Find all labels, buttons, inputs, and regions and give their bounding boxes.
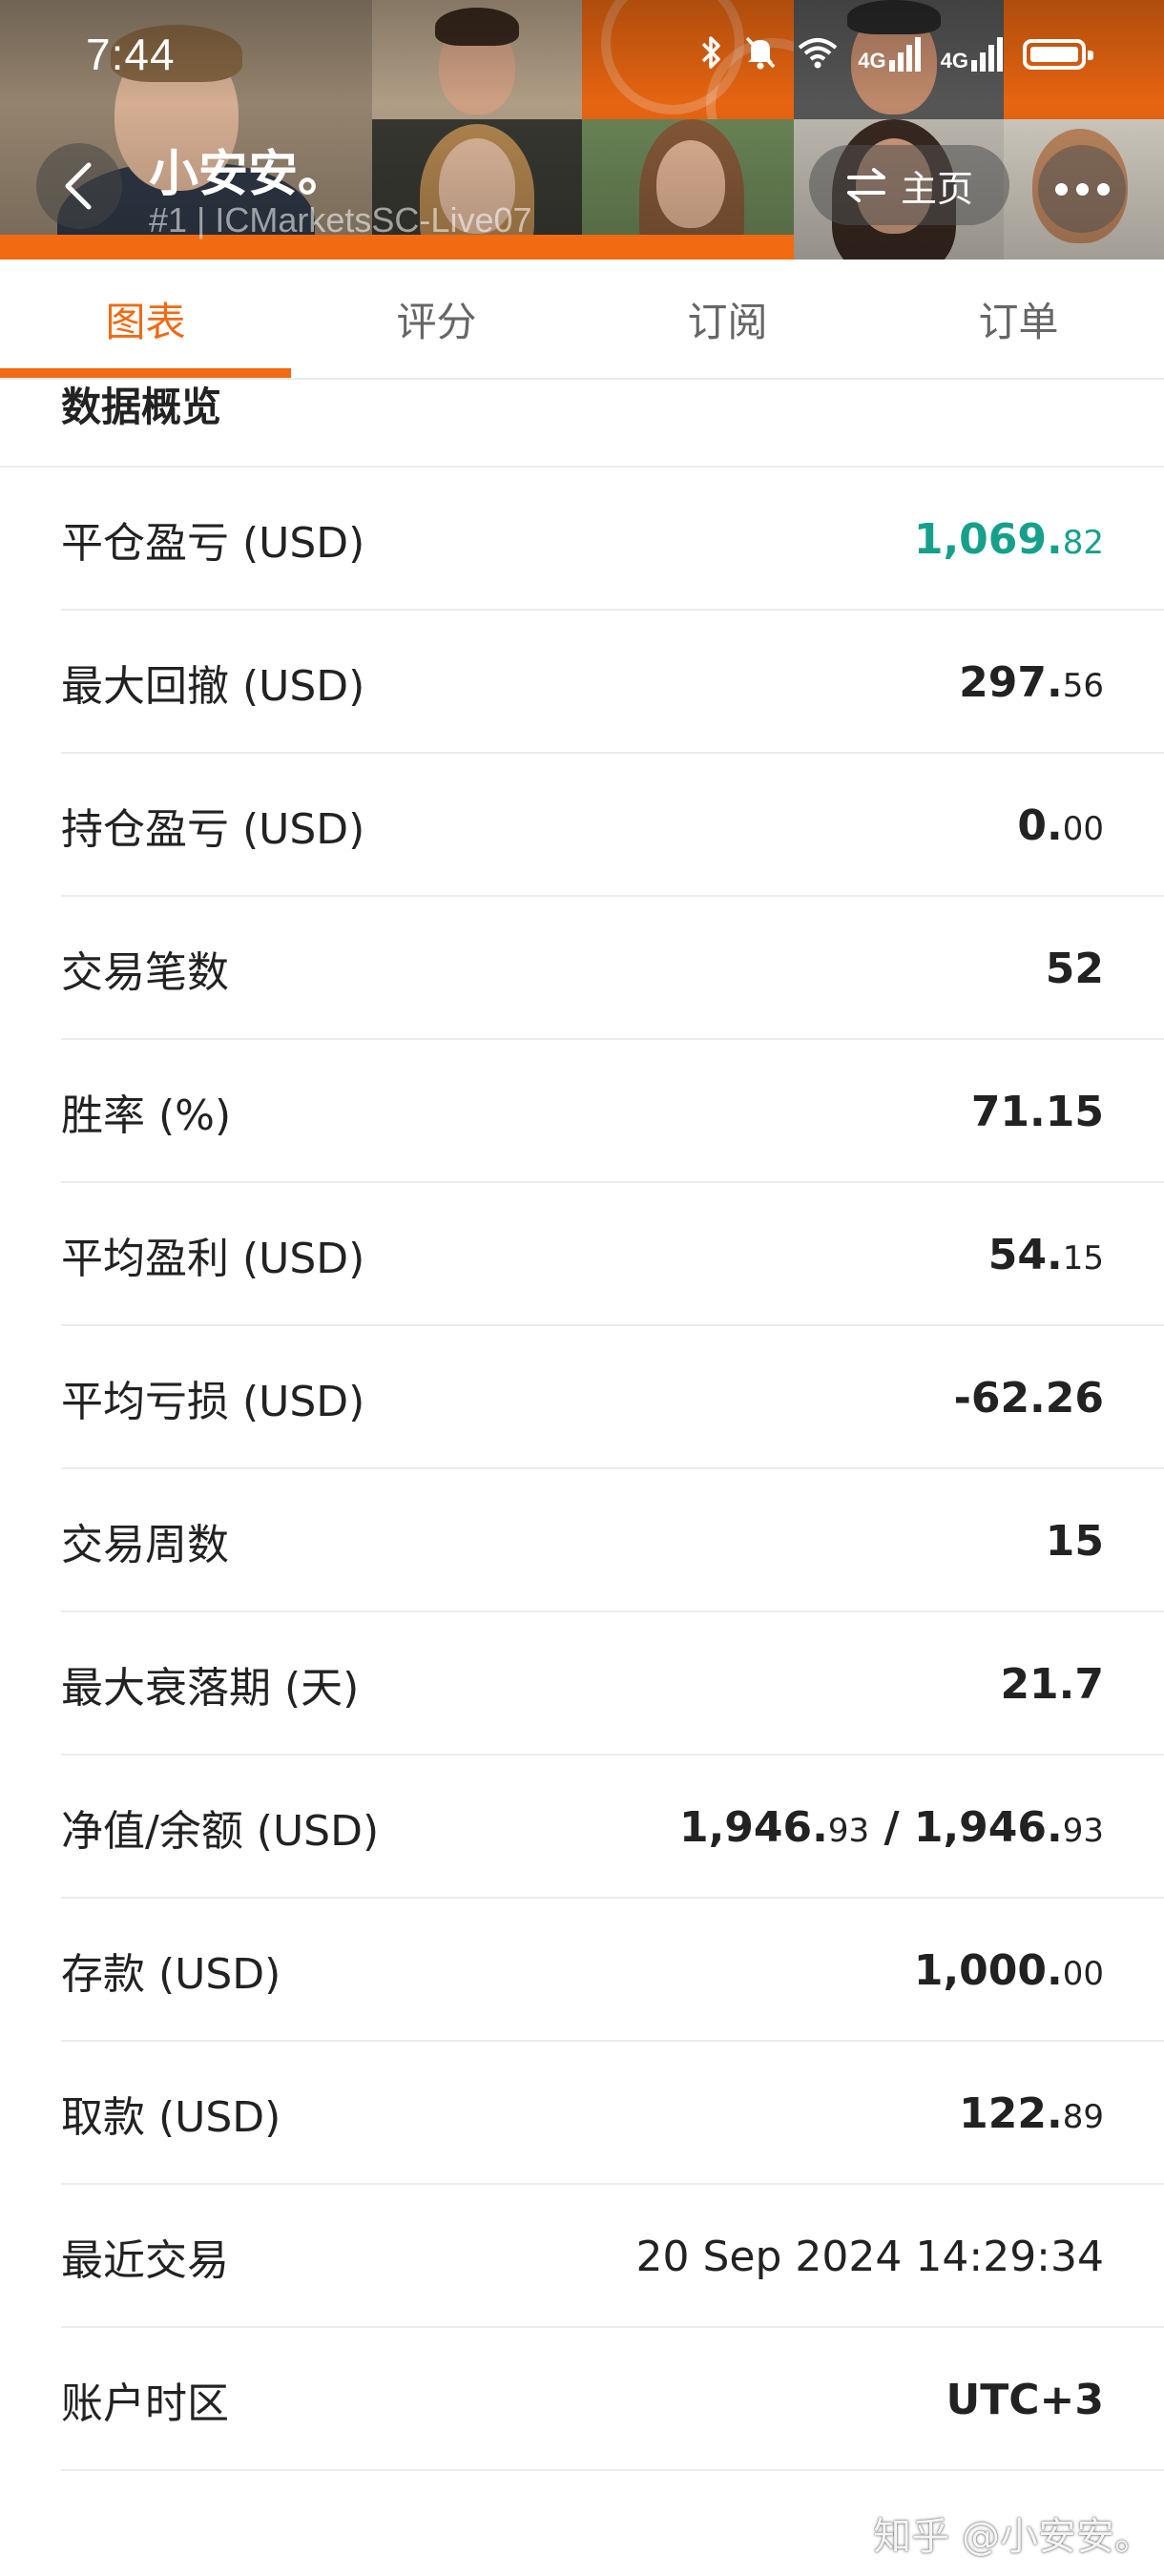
stat-value: 0.00 xyxy=(1017,800,1104,850)
stat-row-withdrawal: 取款 (USD) 122.89 xyxy=(0,2042,1164,2185)
stat-value: 52 xyxy=(1045,944,1104,993)
stat-row-max-decline-period: 最大衰落期 (天) 21.7 xyxy=(0,1612,1164,1755)
bluetooth-icon xyxy=(699,35,724,74)
tab-chart[interactable]: 图表 xyxy=(0,260,291,378)
stat-label: 平均盈利 (USD) xyxy=(61,1235,365,1283)
stat-row-last-trade: 最近交易 20 Sep 2024 14:29:34 xyxy=(0,2185,1164,2328)
tab-subscribe[interactable]: 订阅 xyxy=(582,260,873,378)
stat-row-win-rate: 胜率 (%) 71.15 xyxy=(0,1040,1164,1183)
stat-label: 交易周数 xyxy=(61,1521,229,1569)
watermark: 知乎 @小安安。 xyxy=(873,2515,1153,2559)
stat-row-open-pnl: 持仓盈亏 (USD) 0.00 xyxy=(0,754,1164,897)
stat-value: 54.15 xyxy=(987,1230,1104,1279)
mute-bell-icon xyxy=(743,34,778,75)
stat-label: 交易笔数 xyxy=(61,948,229,997)
stat-value: 1,946.93 / 1,946.93 xyxy=(678,1802,1104,1852)
stat-label: 最大回撤 (USD) xyxy=(61,662,365,711)
stat-row-trading-weeks: 交易周数 15 xyxy=(0,1469,1164,1612)
stat-row-avg-loss: 平均亏损 (USD) -62.26 xyxy=(0,1326,1164,1469)
stat-value: 15 xyxy=(1045,1516,1104,1566)
signal-icon-2: 4G xyxy=(941,37,1004,72)
home-button[interactable]: 主页 xyxy=(809,145,1009,225)
stat-label: 持仓盈亏 (USD) xyxy=(61,805,365,854)
chevron-left-icon xyxy=(65,162,92,210)
tab-bar: 图表 评分 订阅 订单 xyxy=(0,260,1164,380)
stat-label: 平均亏损 (USD) xyxy=(61,1378,365,1426)
stats-list: 平仓盈亏 (USD) 1,069.82 最大回撤 (USD) 297.56 持仓… xyxy=(0,467,1164,2471)
account-subtitle: #1 | ICMarketsSC-Live07 xyxy=(149,200,532,239)
battery-icon xyxy=(1023,39,1093,70)
stat-label: 最近交易 xyxy=(61,2236,229,2285)
status-icons: 4G 4G xyxy=(699,31,1093,78)
tab-orders[interactable]: 订单 xyxy=(873,260,1164,378)
stat-value: -62.26 xyxy=(953,1373,1104,1423)
stat-value: 1,000.00 xyxy=(913,1945,1104,1995)
stat-label: 取款 (USD) xyxy=(61,2093,281,2142)
tab-rating[interactable]: 评分 xyxy=(291,260,582,378)
more-options-button[interactable] xyxy=(1038,145,1126,233)
stat-row-avg-profit: 平均盈利 (USD) 54.15 xyxy=(0,1183,1164,1326)
stat-label: 净值/余额 (USD) xyxy=(61,1807,380,1856)
stat-label: 存款 (USD) xyxy=(61,1950,281,1999)
wifi-icon xyxy=(797,36,839,73)
stat-row-closed-pnl: 平仓盈亏 (USD) 1,069.82 xyxy=(0,467,1164,611)
stat-value: 297.56 xyxy=(959,657,1104,707)
status-time: 7:44 xyxy=(86,30,176,79)
more-dot-icon xyxy=(1054,182,1068,196)
stat-value: 20 Sep 2024 14:29:34 xyxy=(635,2232,1104,2281)
page-title: 小安安。 xyxy=(149,146,348,203)
home-button-label: 主页 xyxy=(900,167,973,210)
stat-label: 胜率 (%) xyxy=(61,1091,232,1140)
stat-row-deposit: 存款 (USD) 1,000.00 xyxy=(0,1899,1164,2042)
stat-label: 最大衰落期 (天) xyxy=(61,1664,360,1713)
stat-row-timezone: 账户时区 UTC+3 xyxy=(0,2328,1164,2471)
stat-label: 账户时区 xyxy=(61,2379,229,2428)
back-button[interactable] xyxy=(36,143,122,229)
section-title: 数据概览 xyxy=(61,383,222,430)
header-banner: 7:44 4G 4G 小安安。 #1 | ICMarketsSC-Live07 … xyxy=(0,0,1164,260)
stat-value: 1,069.82 xyxy=(913,514,1104,564)
stat-row-max-drawdown: 最大回撤 (USD) 297.56 xyxy=(0,611,1164,754)
switch-icon xyxy=(846,168,885,202)
stat-value: UTC+3 xyxy=(946,2375,1104,2424)
stat-value: 122.89 xyxy=(959,2088,1104,2138)
stat-value: 71.15 xyxy=(970,1087,1104,1136)
stat-value: 21.7 xyxy=(1000,1659,1104,1709)
stat-label: 平仓盈亏 (USD) xyxy=(61,519,365,568)
signal-icon-1: 4G xyxy=(858,37,921,72)
stat-row-trade-count: 交易笔数 52 xyxy=(0,897,1164,1040)
stat-row-equity-balance: 净值/余额 (USD) 1,946.93 / 1,946.93 xyxy=(0,1755,1164,1899)
